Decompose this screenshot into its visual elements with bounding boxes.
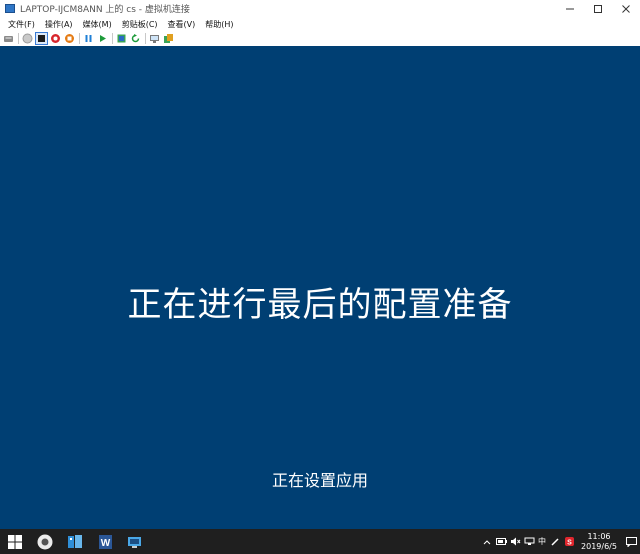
title-bar: LAPTOP-IJCM8ANN 上的 cs - 虚拟机连接 xyxy=(0,0,640,17)
checkpoint-icon[interactable] xyxy=(116,33,127,44)
svg-text:W: W xyxy=(101,538,111,549)
save-icon[interactable] xyxy=(64,33,75,44)
menu-action[interactable]: 操作(A) xyxy=(40,19,78,30)
taskbar-app-hyperv-manager[interactable] xyxy=(60,529,90,554)
notification-icon xyxy=(625,536,637,547)
vm-connection-window: LAPTOP-IJCM8ANN 上的 cs - 虚拟机连接 文件(F) 操作(A… xyxy=(0,0,640,554)
main-status-message: 正在进行最后的配置准备 xyxy=(127,285,513,325)
notification-center-button[interactable] xyxy=(622,529,640,554)
menu-file[interactable]: 文件(F) xyxy=(0,19,40,30)
word-icon: W xyxy=(99,534,112,549)
volume-muted-icon[interactable] xyxy=(509,529,521,554)
battery-icon[interactable] xyxy=(495,529,507,554)
menu-help[interactable]: 帮助(H) xyxy=(200,19,238,30)
close-button[interactable] xyxy=(612,0,640,17)
system-clock[interactable]: 11:06 2019/6/5 xyxy=(576,532,622,552)
window-title: LAPTOP-IJCM8ANN 上的 cs - 虚拟机连接 xyxy=(20,5,190,15)
browser-icon xyxy=(37,534,53,549)
vm-display[interactable]: 正在进行最后的配置准备 正在设置应用 xyxy=(0,46,640,529)
input-method-icon[interactable]: S xyxy=(563,529,575,554)
svg-text:S: S xyxy=(567,540,572,547)
resume-icon[interactable] xyxy=(97,33,108,44)
toolbar-separator xyxy=(145,33,146,44)
minimize-icon xyxy=(566,8,574,9)
enhanced-session-icon[interactable] xyxy=(149,33,160,44)
window-controls xyxy=(556,0,640,17)
clock-date: 2019/6/5 xyxy=(581,541,617,551)
taskbar-app-word[interactable]: W xyxy=(90,529,120,554)
network-icon[interactable] xyxy=(523,529,535,554)
maximize-icon xyxy=(594,4,602,13)
pen-icon[interactable] xyxy=(549,529,561,554)
menu-view[interactable]: 查看(V) xyxy=(163,19,201,30)
share-icon[interactable] xyxy=(163,33,174,44)
taskbar: W 中 S 11:06 2019/6/5 xyxy=(0,529,640,554)
toolbar xyxy=(0,31,640,46)
pause-icon[interactable] xyxy=(83,33,94,44)
shutdown-icon[interactable] xyxy=(50,33,61,44)
revert-icon[interactable] xyxy=(130,33,141,44)
toolbar-separator xyxy=(79,33,80,44)
maximize-button[interactable] xyxy=(584,0,612,17)
toolbar-separator xyxy=(18,33,19,44)
chevron-up-icon[interactable] xyxy=(481,529,493,554)
windows-start-icon xyxy=(8,534,22,549)
menu-bar: 文件(F) 操作(A) 媒体(M) 剪贴板(C) 查看(V) 帮助(H) xyxy=(0,17,640,31)
taskbar-app-vm-connection[interactable] xyxy=(120,529,150,554)
vm-app-icon xyxy=(5,4,15,13)
turn-off-icon[interactable] xyxy=(35,32,48,45)
taskbar-app-browser[interactable] xyxy=(30,529,60,554)
minimize-button[interactable] xyxy=(556,0,584,17)
close-icon xyxy=(622,4,630,13)
sub-status-message: 正在设置应用 xyxy=(271,471,368,490)
ctrl-alt-del-icon[interactable] xyxy=(3,33,14,44)
vm-connection-icon xyxy=(128,536,141,548)
start-icon[interactable] xyxy=(22,33,33,44)
menu-clipboard[interactable]: 剪贴板(C) xyxy=(117,19,163,30)
clock-time: 11:06 xyxy=(587,531,611,541)
ime-indicator[interactable]: 中 xyxy=(538,536,546,547)
menu-media[interactable]: 媒体(M) xyxy=(78,19,117,30)
hyperv-manager-icon xyxy=(68,534,82,548)
system-tray: 中 S 11:06 2019/6/5 xyxy=(480,529,640,554)
toolbar-separator xyxy=(112,33,113,44)
start-button[interactable] xyxy=(0,529,30,554)
